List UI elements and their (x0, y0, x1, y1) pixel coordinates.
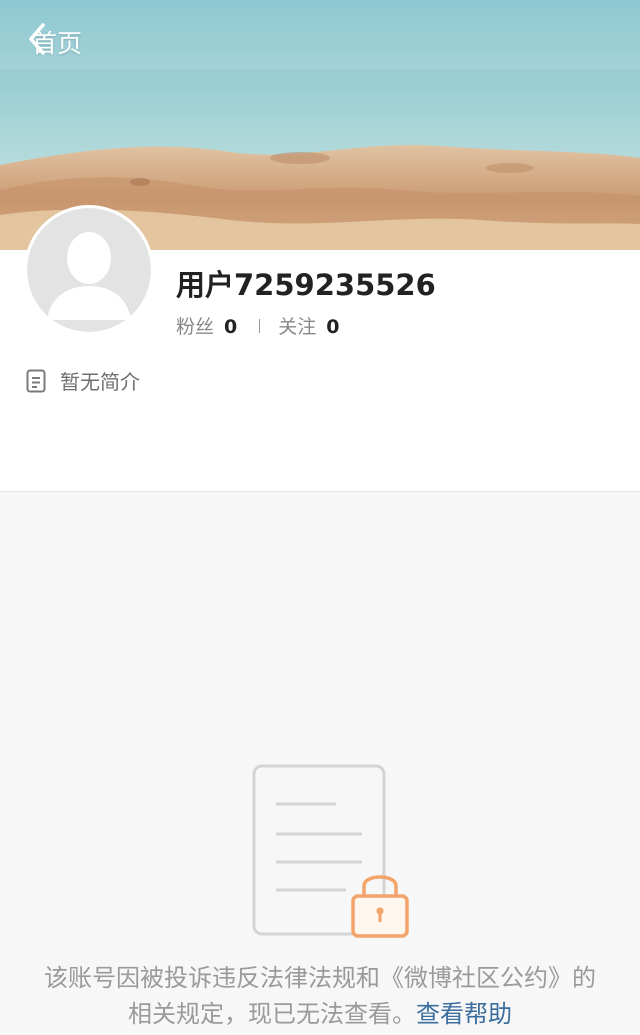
help-link[interactable]: 查看帮助 (416, 1000, 512, 1028)
profile-page: 首页 用户7259235526 粉丝 0 关注 0 暂无简介 该账号因被投诉违反… (0, 0, 640, 1035)
followers-label: 粉丝 (176, 316, 215, 338)
default-avatar-icon (27, 208, 151, 332)
blocked-notice: 该账号因被投诉违反法律法规和《微博社区公约》的相关规定，现已无法查看。查看帮助 (40, 960, 600, 1032)
bio-text: 暂无简介 (60, 370, 140, 394)
following-stat[interactable]: 关注 0 (278, 312, 339, 339)
username: 用户7259235526 (176, 268, 436, 302)
blocked-message: 该账号因被投诉违反法律法规和《微博社区公约》的相关规定，现已无法查看。 (44, 964, 596, 1028)
followers-stat[interactable]: 粉丝 0 (176, 312, 237, 339)
following-label: 关注 (278, 316, 317, 338)
avatar[interactable] (24, 205, 154, 335)
followers-count: 0 (224, 316, 238, 338)
following-count: 0 (326, 316, 340, 338)
follow-stats: 粉丝 0 关注 0 (176, 312, 340, 339)
stats-divider (259, 318, 261, 333)
document-icon (26, 369, 46, 392)
back-button[interactable]: 首页 (26, 22, 82, 62)
bio: 暂无简介 (26, 366, 140, 395)
chevron-left-icon (29, 23, 45, 55)
locked-document-icon (252, 764, 409, 938)
